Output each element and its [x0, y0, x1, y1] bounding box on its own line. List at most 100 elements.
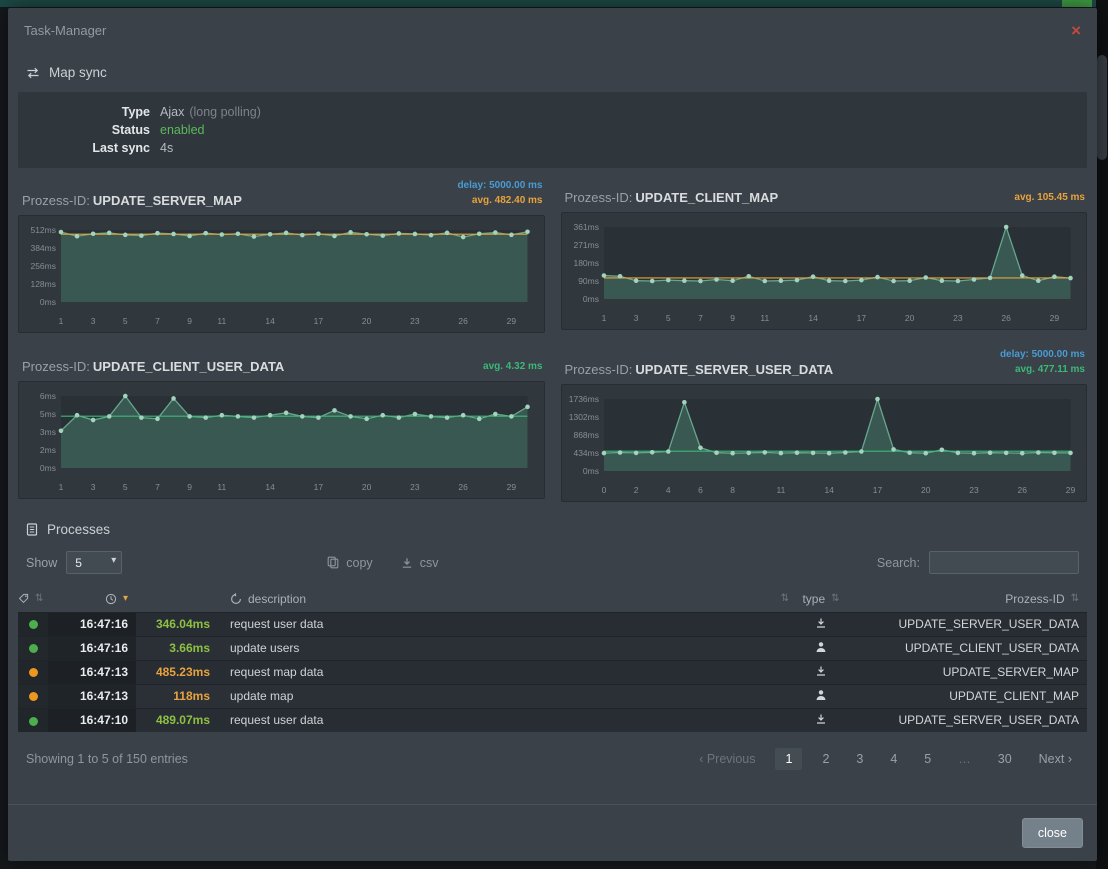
time-column-header[interactable]: ▾	[48, 586, 136, 612]
table-row: 16:47:10489.07msrequest user dataUPDATE_…	[18, 708, 1087, 732]
duration-cell: 489.07ms	[136, 708, 220, 732]
svg-text:23: 23	[953, 313, 963, 323]
pagination-page-4[interactable]: 4	[883, 748, 904, 770]
svg-text:11: 11	[217, 316, 226, 326]
page-scrollbar[interactable]	[1096, 0, 1108, 869]
modal-body: Map sync Type Ajax (long polling) Status…	[8, 45, 1097, 804]
table-controls: Show 5 copy csv Search:	[26, 551, 1079, 574]
svg-text:1: 1	[59, 482, 64, 492]
pagination-page-3[interactable]: 3	[849, 748, 870, 770]
processes-heading-label: Processes	[47, 522, 110, 537]
pagination-page-1[interactable]: 1	[775, 748, 802, 770]
status-cell	[18, 684, 48, 708]
avg-label: avg. 4.32 ms	[483, 359, 542, 374]
time-cell: 16:47:13	[48, 660, 136, 684]
delay-label: delay: 5000.00 ms	[457, 178, 542, 193]
svg-text:29: 29	[507, 482, 517, 492]
svg-text:3ms: 3ms	[40, 427, 56, 437]
pagination-ellipsis: …	[951, 748, 978, 770]
status-dot	[29, 668, 38, 677]
status-cell	[18, 636, 48, 660]
chart-card-update-client-user-data: Prozess-ID:UPDATE_CLIENT_USER_DATA avg. …	[18, 345, 545, 502]
process-id-column-header[interactable]: Prozess-ID ⇅	[849, 586, 1087, 612]
svg-text:5: 5	[123, 316, 128, 326]
svg-text:434ms: 434ms	[573, 448, 598, 458]
time-cell: 16:47:16	[48, 636, 136, 660]
description-column-header[interactable]: description ⇅	[220, 586, 793, 612]
svg-text:26: 26	[1017, 485, 1027, 495]
type-column-header[interactable]: type ⇅	[793, 586, 849, 612]
svg-text:6ms: 6ms	[40, 391, 56, 401]
process-table: ⇅ ▾	[18, 586, 1087, 732]
close-icon[interactable]: ×	[1071, 22, 1081, 39]
status-dot	[29, 692, 38, 701]
table-row: 16:47:163.66msupdate usersUPDATE_CLIENT_…	[18, 636, 1087, 660]
svg-text:17: 17	[314, 316, 324, 326]
svg-text:512ms: 512ms	[30, 225, 55, 235]
pagination-next[interactable]: Next ›	[1032, 748, 1079, 770]
show-select[interactable]: 5	[66, 551, 122, 574]
svg-text:868ms: 868ms	[573, 430, 598, 440]
svg-text:7: 7	[155, 316, 160, 326]
svg-text:29: 29	[1049, 313, 1059, 323]
last-sync-value: 4s	[160, 139, 173, 157]
svg-text:0ms: 0ms	[40, 463, 56, 473]
table-footer: Showing 1 to 5 of 150 entries ‹ Previous…	[26, 748, 1079, 770]
chart-svg-update-server-map: 512ms384ms256ms128ms0ms13579111417202326…	[21, 222, 536, 328]
copy-icon	[327, 556, 339, 569]
map-sync-heading-label: Map sync	[49, 65, 107, 80]
svg-text:29: 29	[1065, 485, 1075, 495]
svg-text:14: 14	[824, 485, 834, 495]
table-row: 16:47:16346.04msrequest user dataUPDATE_…	[18, 612, 1087, 636]
svg-text:20: 20	[904, 313, 914, 323]
svg-text:2ms: 2ms	[40, 445, 56, 455]
table-header-row: ⇅ ▾	[18, 586, 1087, 612]
svg-text:3: 3	[633, 313, 638, 323]
svg-text:9: 9	[730, 313, 735, 323]
pagination-previous[interactable]: ‹ Previous	[692, 748, 762, 770]
svg-text:23: 23	[410, 482, 420, 492]
close-button[interactable]: close	[1022, 818, 1083, 848]
history-icon	[230, 593, 242, 605]
sort-icon: ⇅	[781, 593, 789, 604]
svg-text:9: 9	[187, 482, 192, 492]
svg-text:11: 11	[760, 313, 769, 323]
time-cell: 16:47:16	[48, 612, 136, 636]
duration-cell: 346.04ms	[136, 612, 220, 636]
download-icon	[793, 612, 849, 636]
sort-icon: ⇅	[831, 593, 839, 604]
svg-text:271ms: 271ms	[573, 240, 598, 250]
process-id-cell: UPDATE_SERVER_MAP	[849, 660, 1087, 684]
chart-svg-update-client-user-data: 6ms5ms3ms2ms0ms1357911141720232629	[21, 388, 536, 494]
pagination-page-5[interactable]: 5	[917, 748, 938, 770]
modal-footer: close	[8, 804, 1097, 861]
copy-button[interactable]: copy	[327, 556, 372, 570]
pagination-page-2[interactable]: 2	[815, 748, 836, 770]
process-id-cell: UPDATE_SERVER_USER_DATA	[849, 708, 1087, 732]
scrollbar-thumb[interactable]	[1097, 55, 1107, 160]
type-label: Type	[18, 103, 150, 121]
chart-title: Prozess-ID:UPDATE_SERVER_MAP	[22, 193, 242, 208]
svg-text:20: 20	[362, 316, 372, 326]
search-input[interactable]	[929, 551, 1079, 574]
svg-text:4: 4	[665, 485, 670, 495]
svg-text:7: 7	[698, 313, 703, 323]
svg-text:14: 14	[265, 482, 275, 492]
task-manager-modal: Task-Manager × Map sync Type Ajax (long …	[8, 8, 1097, 861]
charts-grid: Prozess-ID:UPDATE_SERVER_MAP delay: 5000…	[18, 176, 1087, 502]
svg-text:20: 20	[362, 482, 372, 492]
svg-text:5: 5	[665, 313, 670, 323]
status-column-header[interactable]: ⇅	[18, 586, 48, 612]
chart-panel: 1736ms1302ms868ms434ms0ms024681114172023…	[561, 384, 1088, 502]
delay-label: delay: 5000.00 ms	[1000, 347, 1085, 362]
type-value: Ajax	[160, 103, 184, 121]
download-icon	[793, 660, 849, 684]
status-cell	[18, 660, 48, 684]
duration-column-header[interactable]	[136, 586, 220, 612]
process-id-cell: UPDATE_CLIENT_USER_DATA	[849, 636, 1087, 660]
csv-button[interactable]: csv	[401, 556, 439, 570]
background-green-button	[1062, 0, 1092, 7]
chart-svg-update-client-map: 361ms271ms180ms90ms0ms135791114172023262…	[564, 219, 1079, 325]
pagination-page-30[interactable]: 30	[991, 748, 1019, 770]
svg-text:14: 14	[808, 313, 818, 323]
